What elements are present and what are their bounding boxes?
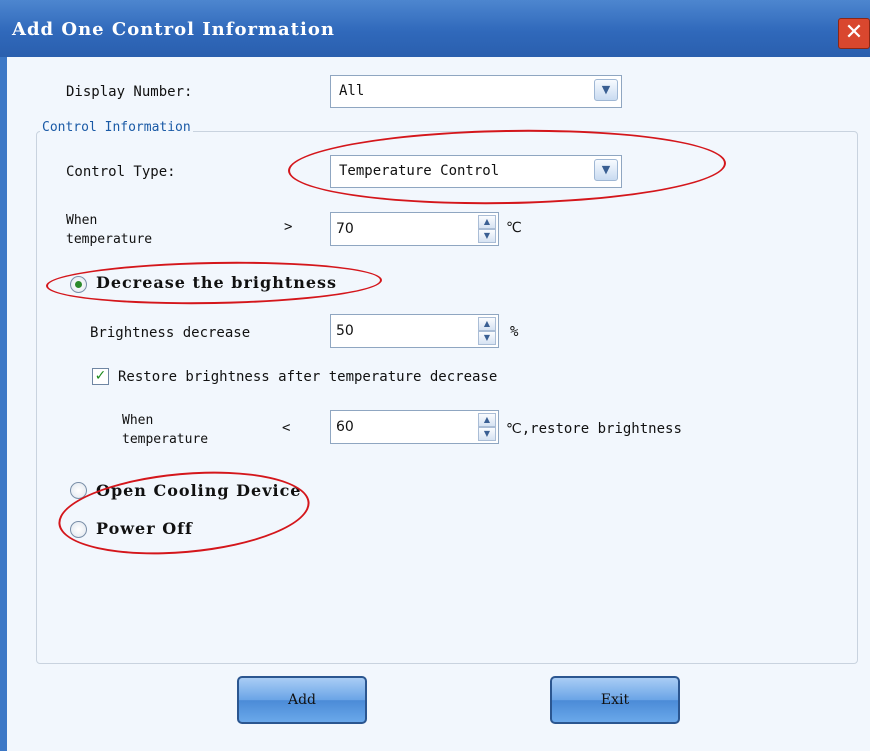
spin-down-icon[interactable]: ▼	[478, 427, 496, 441]
display-number-value: All	[339, 83, 365, 99]
add-button[interactable]: Add	[237, 676, 367, 724]
brightness-decrease-label: Brightness decrease	[90, 325, 251, 341]
when-temperature-label-1: When	[66, 213, 98, 228]
temperature-unit: ℃	[506, 220, 522, 236]
control-information-group	[36, 131, 858, 664]
spin-up-icon[interactable]: ▲	[478, 413, 496, 427]
restore-when-temperature-label-2: temperature	[122, 432, 209, 447]
display-number-label: Display Number:	[66, 84, 193, 100]
window-title: Add One Control Information	[12, 19, 335, 40]
when-temperature-label-2: temperature	[66, 232, 153, 247]
control-type-label: Control Type:	[66, 164, 176, 180]
less-than-operator: <	[282, 420, 291, 436]
restore-when-temperature-label-1: When	[122, 413, 154, 428]
restore-brightness-label[interactable]: Restore brightness after temperature dec…	[118, 369, 497, 385]
spin-up-icon[interactable]: ▲	[478, 215, 496, 229]
checkmark-icon[interactable]: ✓	[92, 368, 109, 385]
greater-than-operator: >	[284, 219, 293, 235]
spin-down-icon[interactable]: ▼	[478, 331, 496, 345]
temperature-threshold-value: 70	[336, 221, 354, 237]
restore-temperature-stepper[interactable]: 60 ▲ ▼	[330, 410, 499, 444]
title-bar: Add One Control Information ✕	[0, 0, 870, 57]
dialog: Add One Control Information ✕ Display Nu…	[0, 0, 870, 751]
spin-down-icon[interactable]: ▼	[478, 229, 496, 243]
spin-up-icon[interactable]: ▲	[478, 317, 496, 331]
chevron-down-icon[interactable]: ▼	[594, 79, 618, 101]
close-icon[interactable]: ✕	[838, 18, 870, 49]
brightness-decrease-value: 50	[336, 323, 354, 339]
window-left-border	[0, 57, 7, 751]
temperature-threshold-stepper[interactable]: 70 ▲ ▼	[330, 212, 499, 246]
control-information-legend: Control Information	[40, 120, 193, 135]
display-number-select[interactable]: All ▼	[330, 75, 622, 108]
restore-unit-text: ℃,restore brightness	[506, 421, 682, 437]
brightness-decrease-stepper[interactable]: 50 ▲ ▼	[330, 314, 499, 348]
exit-button[interactable]: Exit	[550, 676, 680, 724]
restore-temperature-value: 60	[336, 419, 354, 435]
brightness-unit: %	[510, 324, 519, 340]
